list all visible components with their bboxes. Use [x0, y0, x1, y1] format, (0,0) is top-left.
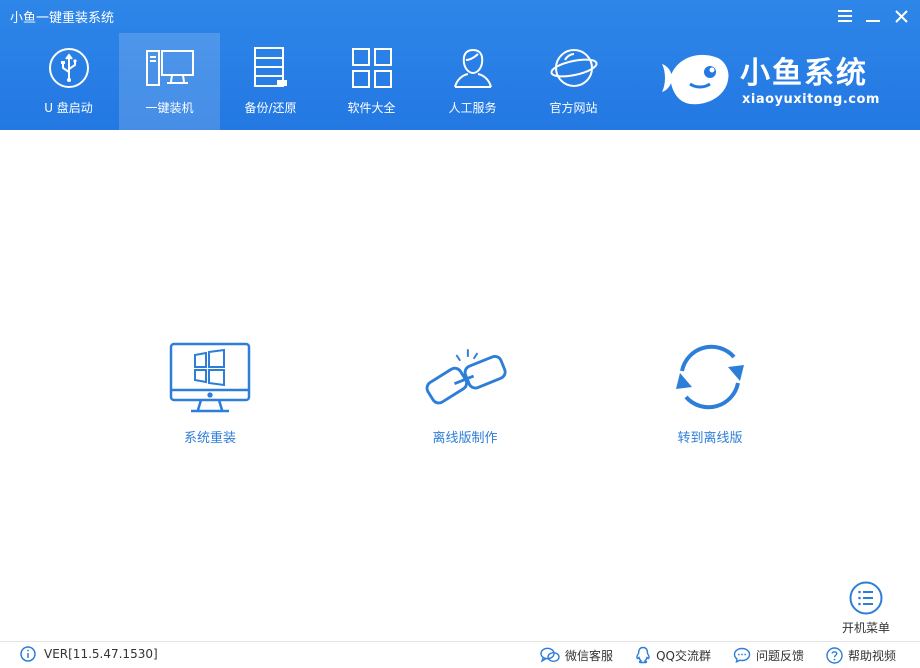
wechat-icon — [540, 647, 560, 663]
version-info: VER[11.5.47.1530] — [20, 646, 158, 662]
menu-button[interactable] — [834, 6, 856, 26]
nav-item-backup-restore[interactable]: 备份/还原 — [220, 33, 321, 130]
nav-item-one-click-install[interactable]: 一键装机 — [119, 33, 220, 130]
windows-monitor-icon — [169, 342, 251, 413]
broken-link-icon — [425, 349, 507, 405]
minimize-icon — [866, 20, 880, 22]
nav-item-official-site[interactable]: 官方网站 — [523, 33, 624, 130]
action-label: 转到离线版 — [677, 431, 743, 446]
brand-logo: 小鱼系统 xiaoyuxitong.com — [660, 44, 905, 114]
nav-item-manual-service[interactable]: 人工服务 — [422, 33, 523, 130]
close-button[interactable] — [890, 6, 912, 26]
feedback-link[interactable]: 问题反馈 — [733, 646, 804, 664]
nav-label: 人工服务 — [448, 101, 497, 115]
person-service-icon — [453, 48, 492, 88]
action-label: 离线版制作 — [432, 431, 498, 446]
offline-build-button[interactable]: 离线版制作 — [390, 335, 540, 446]
brand-name: 小鱼系统 — [740, 56, 868, 91]
window-title: 小鱼一键重装系统 — [10, 11, 115, 26]
list-menu-icon — [849, 581, 883, 615]
nav-label: 官方网站 — [549, 101, 598, 115]
backup-icon — [253, 47, 287, 87]
info-icon — [20, 646, 36, 662]
nav-label: 软件大全 — [347, 101, 396, 115]
action-label: 系统重装 — [183, 431, 236, 446]
window-controls — [834, 6, 912, 26]
apps-grid-icon — [351, 48, 392, 88]
link-label: QQ交流群 — [656, 648, 711, 663]
title-bar: 小鱼一键重装系统 U 盘启动 一键装机 备份/还原 软件大全 人工服务 官方网站… — [0, 0, 920, 130]
link-label: 问题反馈 — [755, 648, 804, 663]
boot-menu-label: 开机菜单 — [841, 621, 890, 635]
version-text: VER[11.5.47.1530] — [44, 647, 158, 661]
fish-logo-icon — [662, 54, 729, 105]
feedback-icon — [733, 647, 751, 663]
nav-item-usb-boot[interactable]: U 盘启动 — [18, 33, 119, 130]
switch-offline-button[interactable]: 转到离线版 — [635, 335, 785, 446]
wechat-support-link[interactable]: 微信客服 — [540, 646, 613, 664]
refresh-cycle-icon — [676, 344, 744, 410]
close-icon — [894, 9, 908, 23]
nav-label: 备份/还原 — [244, 101, 297, 115]
qq-group-link[interactable]: QQ交流群 — [635, 646, 711, 664]
boot-menu-button[interactable]: 开机菜单 — [836, 581, 896, 636]
qq-icon — [636, 646, 650, 664]
nav-label: 一键装机 — [145, 101, 194, 115]
link-label: 微信客服 — [565, 648, 614, 663]
nav-label: U 盘启动 — [44, 101, 93, 115]
nav-item-software[interactable]: 软件大全 — [321, 33, 422, 130]
computer-icon — [145, 50, 194, 86]
brand-url: xiaoyuxitong.com — [742, 92, 880, 107]
hamburger-icon — [838, 10, 852, 22]
main-nav: U 盘启动 一键装机 备份/还原 软件大全 人工服务 官方网站 — [18, 33, 624, 130]
status-bar: VER[11.5.47.1530] 微信客服 QQ交流群 问题反馈 帮助视频 — [0, 641, 920, 668]
link-label: 帮助视频 — [847, 648, 896, 663]
globe-icon — [549, 49, 598, 87]
status-links: 微信客服 QQ交流群 问题反馈 帮助视频 — [540, 646, 896, 664]
system-reinstall-button[interactable]: 系统重装 — [135, 335, 285, 446]
help-icon — [826, 646, 843, 664]
help-video-link[interactable]: 帮助视频 — [826, 646, 896, 664]
action-panel: 系统重装 离线版制作 转到离线版 — [0, 335, 920, 455]
usb-icon — [48, 48, 89, 88]
minimize-button[interactable] — [862, 6, 884, 26]
